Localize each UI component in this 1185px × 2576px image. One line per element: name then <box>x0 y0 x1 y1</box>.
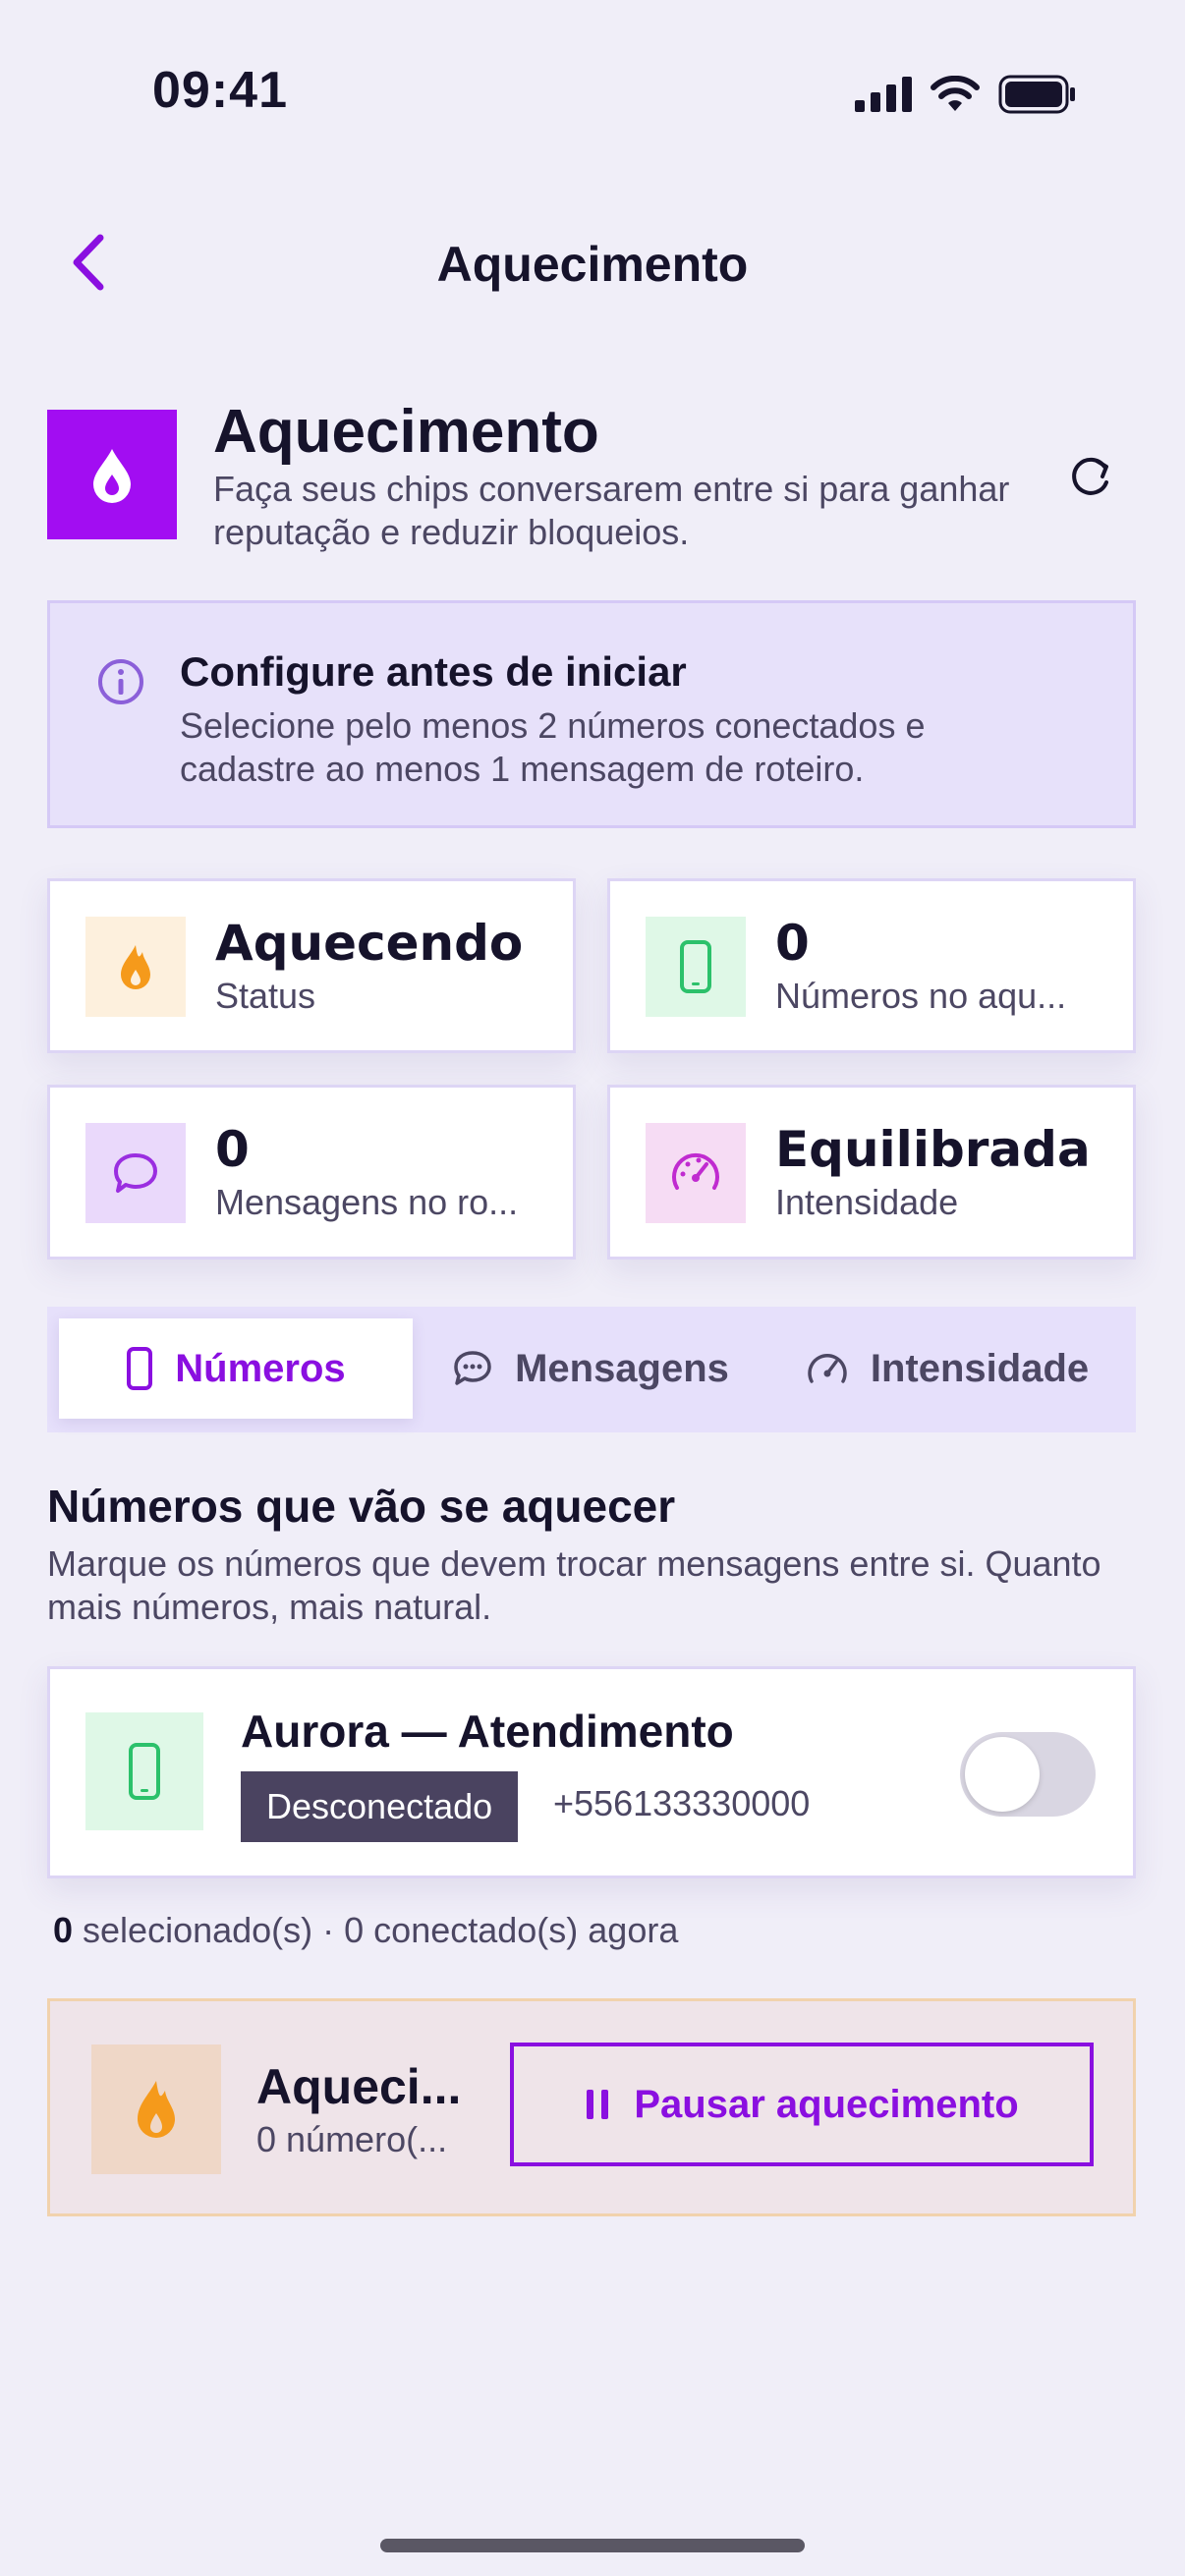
chat-icon <box>454 1351 491 1385</box>
stat-card-intensity: Equilibrada Intensidade <box>607 1085 1136 1260</box>
status-badge: Desconectado <box>241 1771 519 1842</box>
refresh-icon[interactable] <box>1061 447 1120 506</box>
stat-label: Números no aqu... <box>775 976 1067 1016</box>
chat-icon <box>114 1153 157 1193</box>
tab-label: Mensagens <box>515 1346 729 1390</box>
pause-warming-button[interactable]: Pausar aquecimento <box>510 2043 1094 2166</box>
battery-icon <box>998 75 1075 114</box>
tab-label: Intensidade <box>870 1346 1090 1390</box>
stat-value: 0 <box>215 1121 250 1178</box>
stat-card-status: Aquecendo Status <box>47 878 576 1053</box>
phone-icon <box>127 1347 153 1390</box>
stat-card-messages: 0 Mensagens no ro... <box>47 1085 576 1260</box>
info-title: Configure antes de iniciar <box>180 648 687 695</box>
section-subtitle: Marque os números que devem trocar mensa… <box>47 1543 1101 1627</box>
selection-text: selecionado(s) · 0 conectado(s) agora <box>73 1910 679 1950</box>
warming-title: Aqueci... <box>256 2059 462 2114</box>
toggle-knob <box>965 1737 1040 1812</box>
stat-value: 0 <box>775 915 810 972</box>
pause-button-label: Pausar aquecimento <box>634 2082 1019 2126</box>
nav-title: Aquecimento <box>436 237 749 292</box>
gauge-icon <box>808 1354 847 1383</box>
selection-summary: 0 selecionado(s) · 0 conectado(s) agora <box>53 1910 678 1951</box>
section-title: Números que vão se aquecer <box>47 1481 676 1532</box>
stat-value: Equilibrada <box>775 1121 1091 1178</box>
tab-numeros[interactable]: Números <box>59 1318 413 1419</box>
signal-icon <box>855 77 912 112</box>
number-toggle[interactable] <box>960 1732 1096 1817</box>
tab-intensidade[interactable]: Intensidade <box>770 1318 1124 1419</box>
stat-value: Aquecendo <box>215 915 524 972</box>
phone-icon <box>129 1743 160 1800</box>
number-icon-box <box>85 1712 203 1830</box>
stat-label: Intensidade <box>775 1182 959 1222</box>
number-row[interactable]: Aurora — Atendimento Desconectado +55613… <box>47 1666 1136 1878</box>
tab-label: Números <box>175 1346 346 1390</box>
status-icons <box>855 73 1077 116</box>
flame-drop-icon <box>93 449 131 503</box>
pause-icon <box>587 2090 609 2119</box>
stat-label: Mensagens no ro... <box>215 1182 519 1222</box>
stat-card-numbers: 0 Números no aqu... <box>607 878 1136 1053</box>
hero-icon <box>47 410 177 539</box>
tab-mensagens[interactable]: Mensagens <box>428 1318 753 1419</box>
stat-icon-box <box>85 1123 186 1223</box>
info-text: Selecione pelo menos 2 números conectado… <box>180 705 926 789</box>
warming-status-bar: Aqueci... 0 número(... Pausar aqueciment… <box>47 1998 1136 2216</box>
home-indicator <box>380 2539 805 2552</box>
stat-icon-box <box>85 917 186 1017</box>
gauge-icon <box>672 1152 719 1190</box>
page-subtitle: Faça seus chips conversarem entre si par… <box>213 469 1010 552</box>
wifi-icon <box>931 76 980 111</box>
stat-icon-box <box>646 1123 746 1223</box>
segmented-tabs: Números Mensagens Intensidade <box>47 1307 1136 1432</box>
phone-icon <box>680 940 711 993</box>
number-name: Aurora — Atendimento <box>241 1706 734 1757</box>
warming-subtitle: 0 número(... <box>256 2119 448 2159</box>
info-icon <box>98 659 143 704</box>
flame-icon <box>121 945 150 989</box>
flame-icon <box>138 2081 175 2138</box>
info-banner: Configure antes de iniciar Selecione pel… <box>47 600 1136 828</box>
status-time: 09:41 <box>152 62 288 119</box>
warming-icon-box <box>91 2044 221 2174</box>
page-title: Aquecimento <box>213 398 599 466</box>
selection-count: 0 <box>53 1910 74 1950</box>
stat-icon-box <box>646 917 746 1017</box>
number-phone: +556133330000 <box>553 1783 811 1823</box>
stat-label: Status <box>215 976 316 1016</box>
